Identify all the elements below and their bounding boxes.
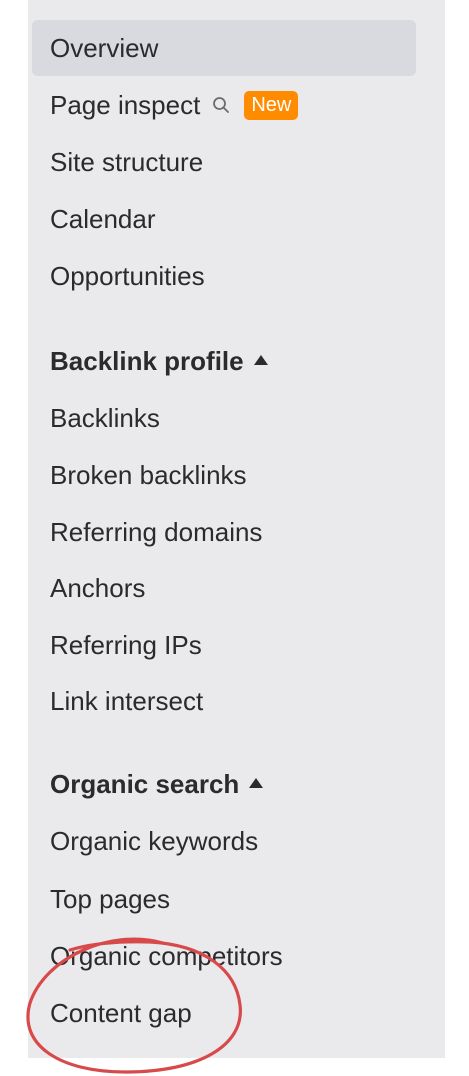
nav-item-broken-backlinks[interactable]: Broken backlinks [32,447,416,503]
nav-item-referring-domains[interactable]: Referring domains [32,504,416,560]
section-title: Backlink profile [50,345,244,376]
nav-item-referring-ips[interactable]: Referring IPs [32,617,416,673]
nav-item-label: Organic keywords [50,825,259,856]
nav-item-label: Top pages [50,883,170,914]
nav-item-opportunities[interactable]: Opportunities [32,248,416,304]
caret-up-icon [249,778,264,788]
nav-item-content-gap[interactable]: Content gap [32,985,416,1041]
section-title: Organic search [50,768,240,799]
nav-item-label: Referring domains [50,516,263,547]
nav-item-label: Page inspect [50,89,201,120]
nav-item-organic-competitors[interactable]: Organic competitors [32,928,416,984]
nav-item-site-structure[interactable]: Site structure [32,134,416,190]
search-icon [212,96,230,114]
nav-item-label: Site structure [50,146,204,177]
caret-up-icon [253,355,268,365]
nav-item-label: Backlinks [50,402,160,433]
section-header-organic-search[interactable]: Organic search [50,764,264,804]
nav-item-label: Content gap [50,997,192,1028]
nav-item-link-intersect[interactable]: Link intersect [32,673,416,729]
nav-item-label: Organic competitors [50,940,283,971]
nav-item-calendar[interactable]: Calendar [32,191,416,247]
nav-item-label: Overview [50,32,159,63]
section-header-backlink-profile[interactable]: Backlink profile [50,341,268,381]
new-badge: New [244,90,299,120]
nav-item-label: Anchors [50,572,146,603]
nav-item-label: Broken backlinks [50,459,247,490]
nav-item-page-inspect[interactable]: Page inspect New [32,77,416,133]
nav-item-organic-keywords[interactable]: Organic keywords [32,813,416,869]
nav-item-anchors[interactable]: Anchors [32,560,416,616]
nav-item-label: Link intersect [50,685,204,716]
nav-item-label: Referring IPs [50,629,202,660]
nav-item-overview[interactable]: Overview [32,20,416,76]
sidebar: Overview Page inspect New Site structure… [28,0,445,1058]
nav-item-top-pages[interactable]: Top pages [32,871,416,927]
nav-item-label: Calendar [50,203,156,234]
nav-item-label: Opportunities [50,260,205,291]
nav-item-backlinks[interactable]: Backlinks [32,390,416,446]
